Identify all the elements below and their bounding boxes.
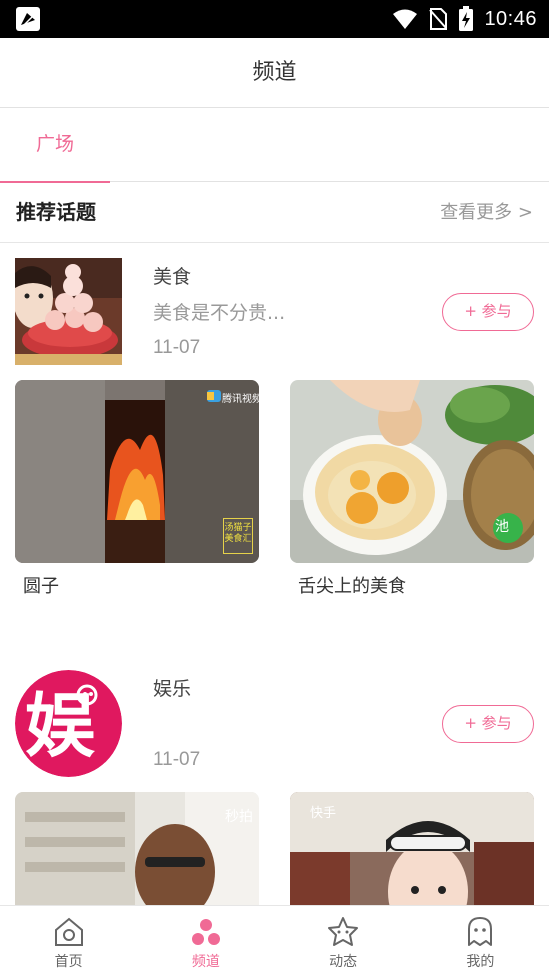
nav-me-label: 我的 xyxy=(466,954,495,970)
channel-badge: 汤猫子 美食汇 xyxy=(223,518,253,554)
nav-home-label: 首页 xyxy=(54,954,83,970)
battery-charging-icon xyxy=(459,6,474,31)
recommended-topics-header: 推荐话题 查看更多 > xyxy=(0,182,549,243)
tab-bar: 广场 xyxy=(0,108,549,183)
app-notification-icon xyxy=(16,7,40,31)
post-caption: 舌尖上的美食 xyxy=(298,576,406,597)
nav-home[interactable]: 首页 xyxy=(0,906,137,976)
channel-dots-icon xyxy=(191,919,220,945)
page-title: 频道 xyxy=(0,38,549,108)
join-button[interactable]: + 参与 xyxy=(442,293,534,331)
ghost-face-icon xyxy=(468,917,493,946)
topic-food: 美食 美食是不分贵... 11-07 + 参与 腾讯视频 汤猫子 美食汇 圆子 … xyxy=(0,258,549,618)
topic-food-description: 美食是不分贵... xyxy=(153,302,286,324)
topic-food-thumbnail[interactable] xyxy=(15,258,122,365)
nav-me[interactable]: 我的 xyxy=(412,906,549,976)
no-sim-icon xyxy=(429,8,448,30)
star-face-icon xyxy=(328,917,359,946)
nav-activity[interactable]: 动态 xyxy=(275,906,412,976)
wifi-icon xyxy=(393,9,418,29)
topic-entertainment-date: 11-07 xyxy=(153,749,201,770)
nav-channel[interactable]: 频道 xyxy=(137,906,274,976)
section-title: 推荐话题 xyxy=(16,200,96,224)
tab-plaza-label: 广场 xyxy=(35,133,74,155)
home-icon xyxy=(54,917,83,946)
tab-plaza[interactable]: 广场 xyxy=(0,108,110,183)
topic-food-name: 美食 xyxy=(153,266,192,288)
video-source-watermark: 秒拍 xyxy=(225,809,253,825)
nav-activity-label: 动态 xyxy=(329,954,358,970)
status-bar: 10:46 xyxy=(0,0,549,38)
topic-entertainment: 娱 娱乐 11-07 + 参与 秒拍 快手 xyxy=(0,670,549,975)
join-button[interactable]: + 参与 xyxy=(442,705,534,743)
nav-channel-label: 频道 xyxy=(191,954,220,970)
topic-entertainment-logo[interactable]: 娱 xyxy=(15,670,122,777)
post-thumbnail: 腾讯视频 汤猫子 美食汇 xyxy=(15,380,259,563)
post-caption: 圆子 xyxy=(23,576,59,597)
video-source-watermark: 腾讯视频 xyxy=(222,394,259,405)
topic-food-date: 11-07 xyxy=(153,337,201,358)
clock: 10:46 xyxy=(484,7,537,30)
entertainment-logo-glyph: 娱 xyxy=(25,685,95,767)
post-thumbnail: 池 xyxy=(290,380,534,563)
channel-badge: 池 xyxy=(495,519,509,535)
see-more-link[interactable]: 查看更多 > xyxy=(440,182,533,243)
app-screen: 10:46 频道 广场 推荐话题 查看更多 > 美食 美食是不分贵... 11-… xyxy=(0,0,549,976)
video-source-watermark: 快手 xyxy=(310,806,337,821)
bottom-navigation: 首页 频道 动态 我的 xyxy=(0,905,549,976)
topic-entertainment-name: 娱乐 xyxy=(153,678,192,700)
